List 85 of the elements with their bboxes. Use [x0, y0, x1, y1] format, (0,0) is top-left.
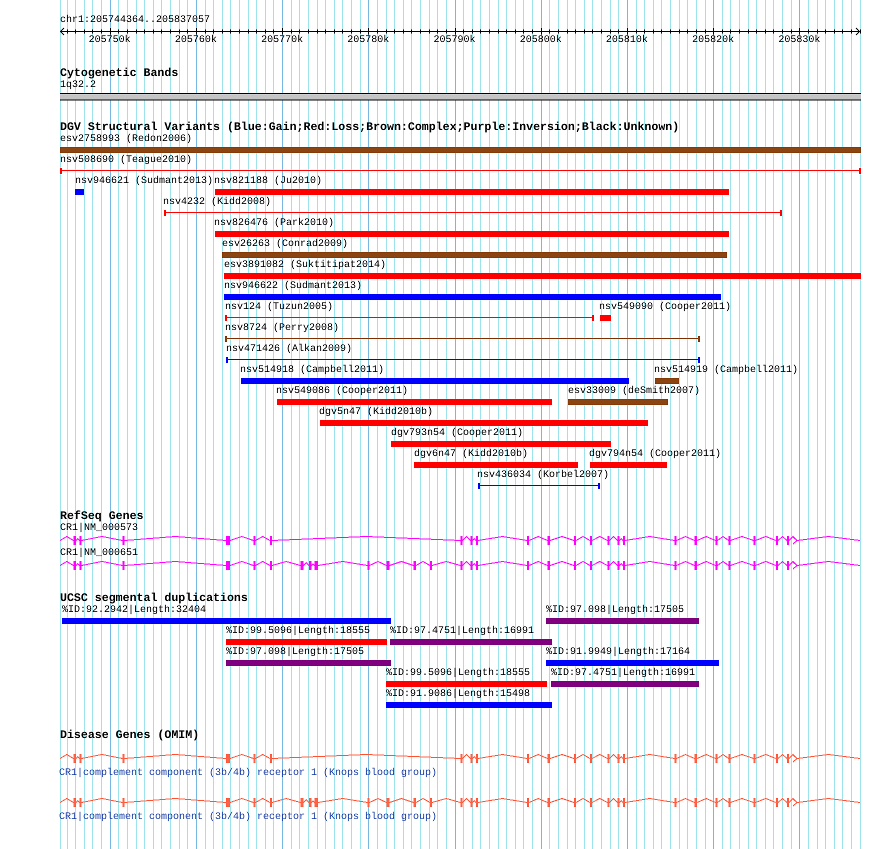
- duplication-label: %ID:99.5096|Length:18555: [226, 626, 370, 638]
- variant-range-line[interactable]: [225, 336, 700, 342]
- variant-label: nsv549090 (Cooper2011): [599, 302, 732, 314]
- variant-label: esv3891082 (Suktitipat2014): [224, 260, 386, 272]
- tick-label: 205750k: [88, 35, 131, 47]
- duplication-bar[interactable]: [390, 639, 552, 645]
- variant-label: nsv514918 (Campbell2011): [240, 365, 384, 377]
- track-title: DGV Structural Variants (Blue:Gain;Red:Loss;Brown:Complex;Purple:Inversion;Black:Unknown): [60, 121, 680, 134]
- duplication-label: %ID:91.9949|Length:17164: [546, 647, 690, 659]
- duplication-label: %ID:92.2942|Length:32404: [62, 605, 206, 617]
- duplication-bar[interactable]: [386, 681, 547, 687]
- variant-label: nsv471426 (Alkan2009): [226, 344, 352, 356]
- tick-label: 205790k: [434, 35, 476, 47]
- tick-label: 205770k: [261, 35, 304, 47]
- variant-label: nsv549086 (Cooper2011): [276, 386, 408, 398]
- variant-label: nsv436034 (Korbel2007): [477, 470, 610, 482]
- tick-label: 205780k: [347, 35, 390, 47]
- variant-label: dgv793n54 (Cooper2011): [391, 428, 524, 440]
- gene-structure-drawing[interactable]: [60, 754, 860, 763]
- track-title: Cytogenetic Bands: [60, 67, 178, 80]
- tick-label: 205760k: [174, 35, 217, 47]
- variant-bar[interactable]: [414, 462, 578, 468]
- variant-label: nsv826476 (Park2010): [214, 218, 334, 230]
- duplication-label: %ID:97.098|Length:17505: [226, 647, 364, 659]
- track-title: UCSC segmental duplications: [60, 592, 248, 605]
- variant-label: esv2758993 (Redon2006): [60, 134, 192, 146]
- variant-bar[interactable]: [60, 147, 861, 153]
- variant-bar[interactable]: [568, 399, 668, 405]
- gene-structure-drawing[interactable]: [60, 560, 860, 570]
- gene-label: CR1|NM_000573: [60, 523, 138, 535]
- variant-bar[interactable]: [600, 315, 611, 321]
- variant-bar[interactable]: [241, 378, 629, 384]
- variant-bar[interactable]: [320, 420, 648, 426]
- gene-structure-drawing[interactable]: [60, 536, 860, 545]
- variant-range-line[interactable]: [478, 483, 600, 489]
- variant-bar[interactable]: [222, 252, 727, 258]
- variant-label: esv26263 (Conrad2009): [222, 239, 348, 251]
- duplication-bar[interactable]: [226, 660, 391, 666]
- variant-label: nsv946621 (Sudmant2013): [75, 176, 214, 188]
- duplication-label: %ID:97.098|Length:17505: [546, 605, 684, 617]
- duplication-bar[interactable]: [546, 660, 719, 666]
- variant-bar[interactable]: [391, 441, 611, 447]
- variant-bar[interactable]: [590, 462, 667, 468]
- variant-bar[interactable]: [215, 189, 729, 195]
- duplication-label: %ID:97.4751|Length:16991: [551, 668, 696, 680]
- duplication-bar[interactable]: [62, 618, 391, 624]
- tick-label: 205820k: [692, 35, 734, 47]
- tick-label: 205810k: [606, 35, 648, 47]
- gene-structure-drawing[interactable]: [60, 798, 860, 807]
- variant-label: nsv946622 (Sudmant2013): [224, 281, 362, 293]
- variant-bar[interactable]: [277, 399, 552, 405]
- duplication-bar[interactable]: [386, 702, 552, 708]
- variant-bar[interactable]: [224, 294, 721, 300]
- tick-label: 205830k: [778, 35, 820, 47]
- variant-label: dgv5n47 (Kidd2010b): [319, 407, 434, 419]
- band-label: 1q32.2: [60, 80, 96, 92]
- variant-bar[interactable]: [75, 189, 84, 195]
- variant-range-line[interactable]: [225, 315, 594, 321]
- duplication-label: %ID:91.9086|Length:15498: [386, 689, 530, 701]
- duplication-bar[interactable]: [551, 681, 699, 687]
- variant-label: nsv4232 (Kidd2008): [163, 197, 272, 209]
- variant-label: dgv794n54 (Cooper2011): [589, 449, 722, 461]
- duplication-bar[interactable]: [226, 639, 387, 645]
- duplication-label: %ID:97.4751|Length:16991: [390, 626, 534, 638]
- variant-label: esv33009 (deSmith2007): [568, 386, 700, 398]
- track-title: Disease Genes (OMIM): [60, 729, 200, 742]
- variant-range-line[interactable]: [226, 357, 700, 363]
- gene-label: CR1|NM_000651: [60, 548, 138, 560]
- variant-label: dgv6n47 (Kidd2010b): [414, 449, 528, 461]
- variant-label: nsv514919 (Campbell2011): [654, 365, 798, 377]
- duplication-bar[interactable]: [546, 618, 699, 624]
- variant-range-line[interactable]: [164, 210, 782, 216]
- cytoband-bar[interactable]: [60, 93, 861, 100]
- variant-bar[interactable]: [224, 273, 861, 279]
- variant-label: nsv124 (Tuzun2005): [225, 302, 334, 314]
- region-label: chr1:205744364..205837057: [60, 15, 210, 27]
- variant-label: nsv821188 (Ju2010): [214, 176, 322, 188]
- track-title: RefSeq Genes: [60, 510, 144, 523]
- variant-label: nsv508690 (Teague2010): [60, 155, 192, 167]
- duplication-label: %ID:99.5096|Length:18555: [386, 668, 530, 680]
- tick-label: 205800k: [520, 35, 562, 47]
- variant-bar[interactable]: [215, 231, 729, 237]
- variant-label: nsv8724 (Perry2008): [225, 323, 340, 335]
- variant-range-line[interactable]: [60, 168, 861, 174]
- variant-bar[interactable]: [655, 378, 679, 384]
